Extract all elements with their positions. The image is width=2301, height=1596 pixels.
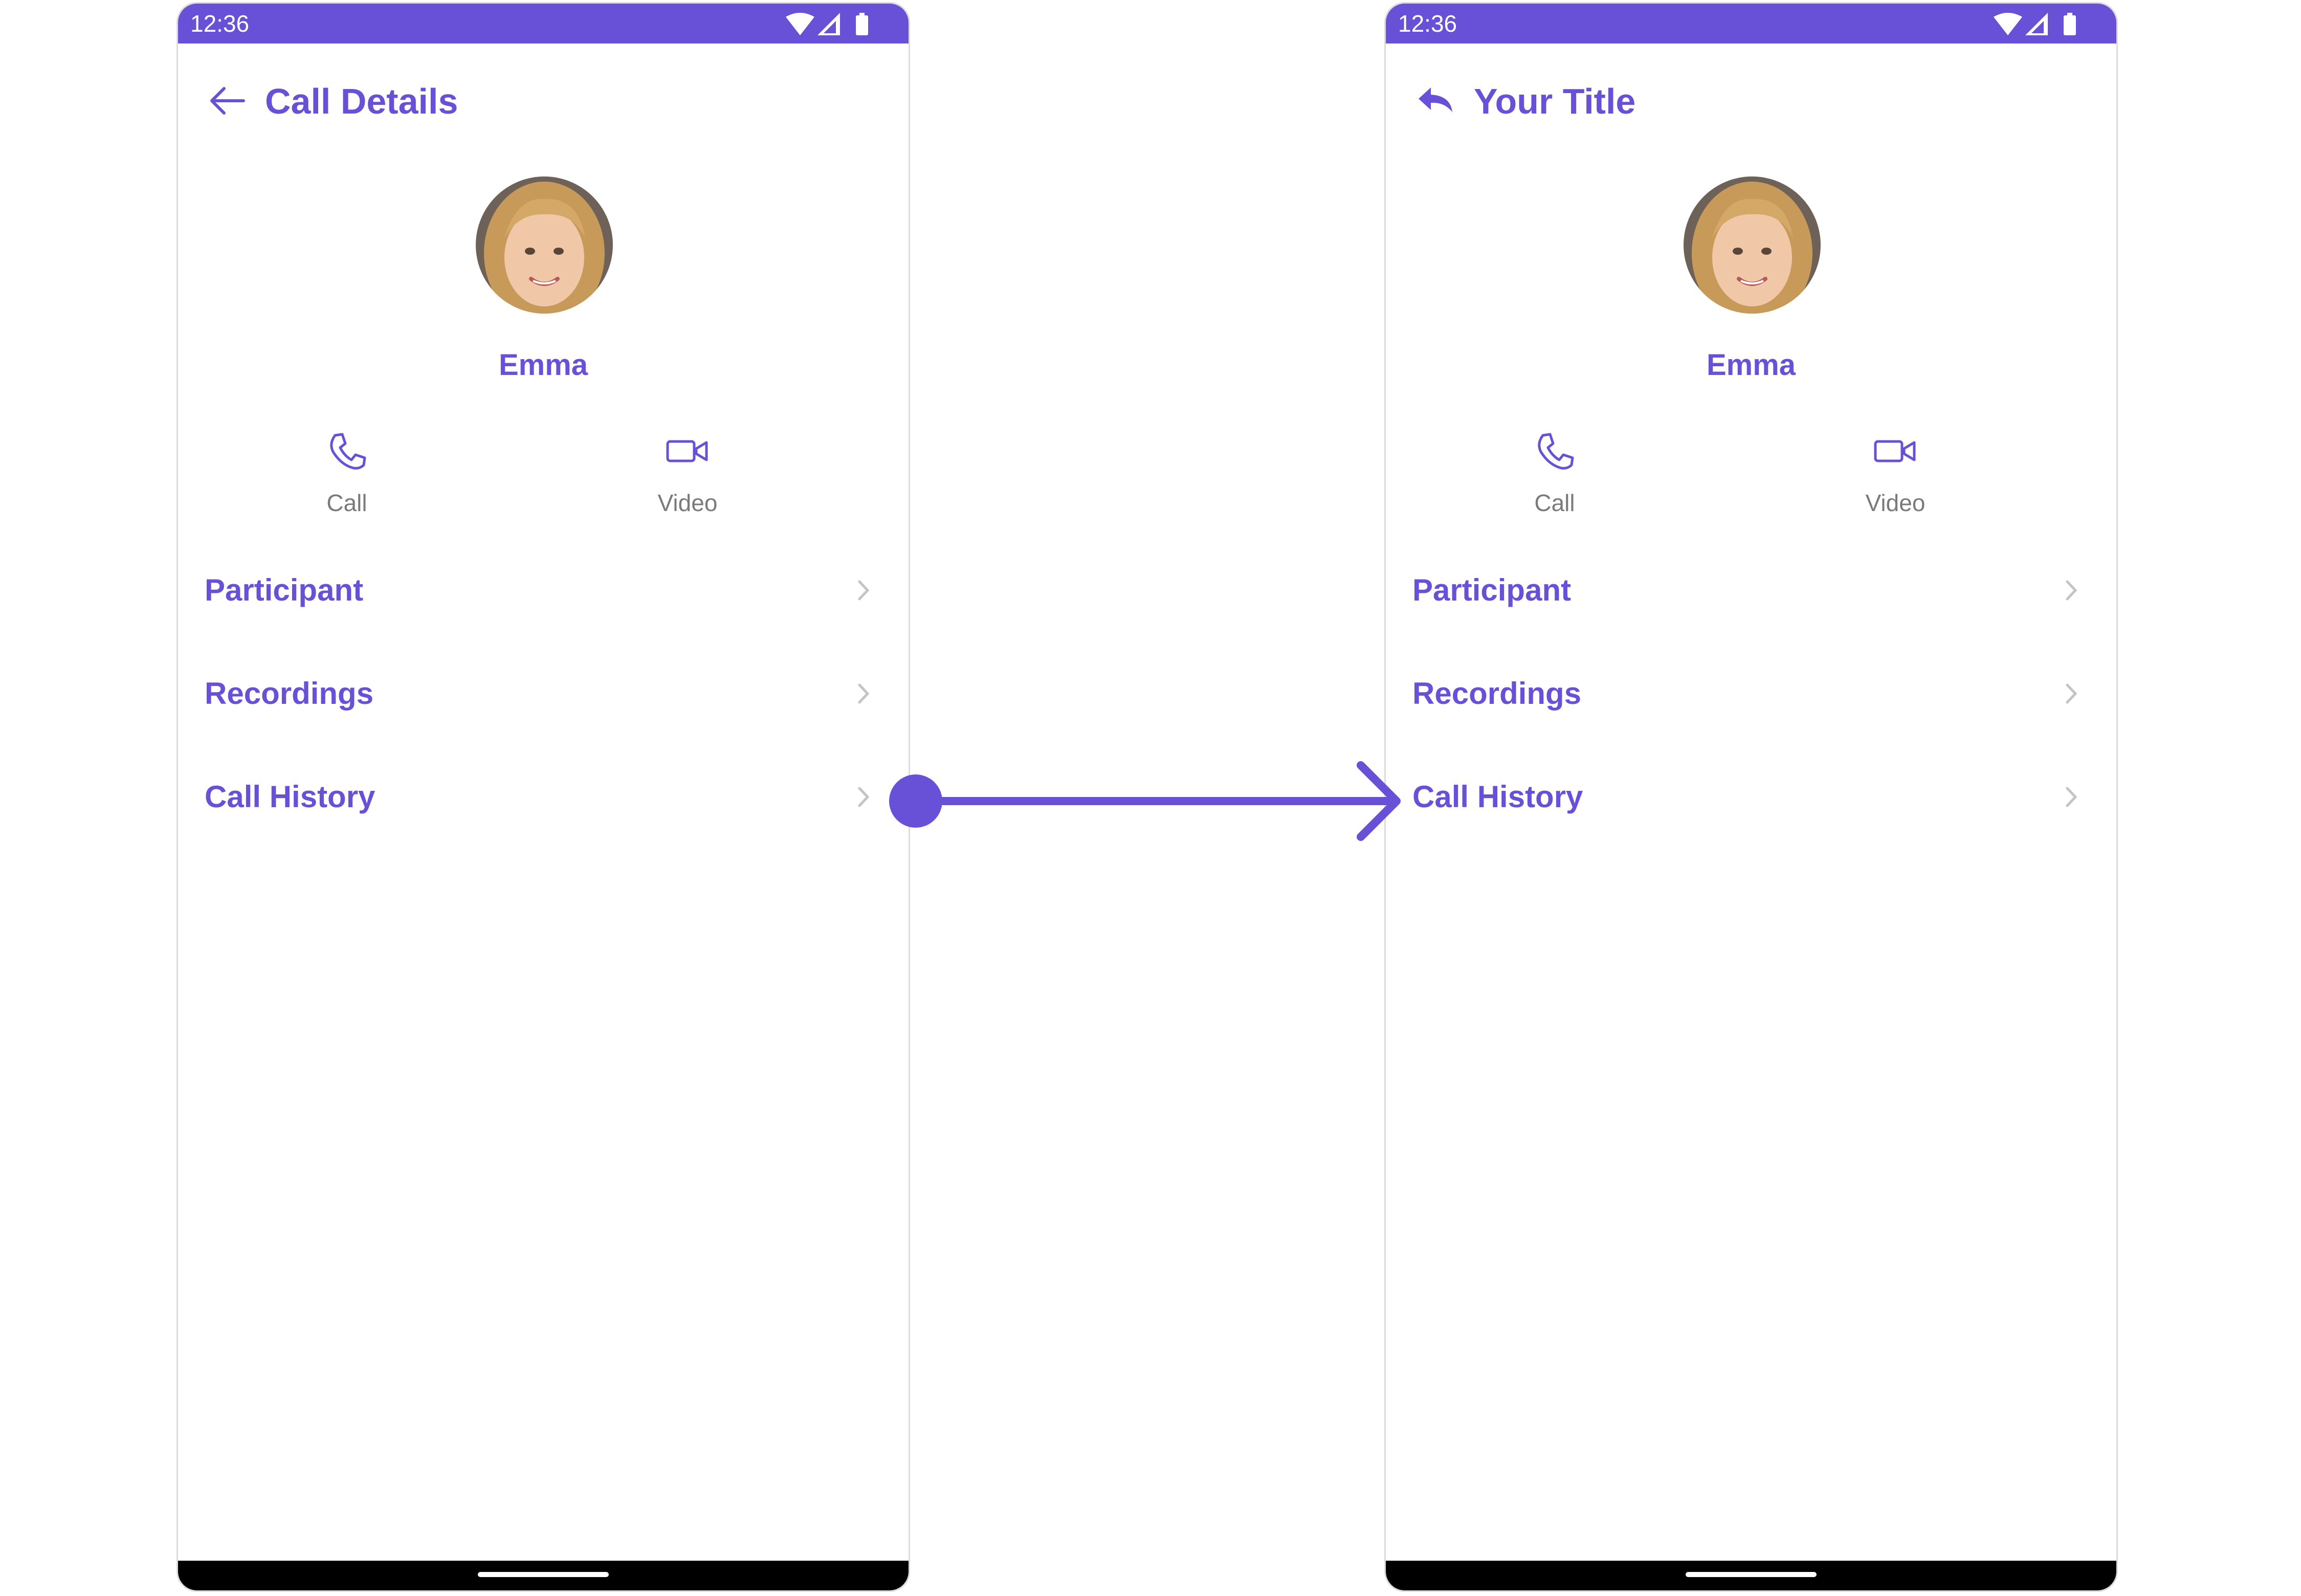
video-camera-icon [1872, 428, 1918, 474]
comparison-canvas: 12:36 Call Details Emma Call Video Parti… [0, 0, 2301, 1596]
cellular-signal-icon [817, 13, 840, 38]
video-label: Video [657, 490, 718, 516]
battery-icon [2063, 13, 2076, 38]
chevron-right-icon [2061, 784, 2082, 810]
home-gesture-handle[interactable] [478, 1572, 609, 1577]
video-camera-icon [665, 428, 711, 474]
status-icons [786, 13, 878, 35]
navigation-bar [178, 1561, 909, 1590]
navigation-bar [1386, 1561, 2116, 1590]
status-time: 12:36 [190, 10, 250, 37]
call-button[interactable]: Call [1488, 428, 1621, 520]
phone-icon [1532, 428, 1578, 474]
header: Call Details [178, 75, 909, 126]
list-item-call-history[interactable]: Call History [1386, 769, 2116, 825]
chevron-right-icon [2061, 681, 2082, 706]
avatar [1684, 176, 1821, 314]
video-label: Video [1865, 490, 1926, 516]
list-item-label: Call History [1412, 780, 1583, 814]
phone-screen-default: 12:36 Call Details Emma Call Video Parti… [176, 2, 910, 1592]
phone-icon [324, 428, 370, 474]
list-item-label: Participant [205, 573, 364, 607]
arrow-left-icon[interactable] [207, 80, 248, 121]
list-item-label: Participant [1412, 573, 1572, 607]
list-item-label: Recordings [1412, 676, 1582, 711]
home-gesture-handle[interactable] [1686, 1572, 1817, 1577]
page-title: Your Title [1474, 81, 1636, 121]
reply-arrow-icon[interactable] [1414, 80, 1455, 121]
list-item-label: Recordings [205, 676, 374, 711]
wifi-icon [1994, 13, 2022, 38]
page-title: Call Details [265, 81, 458, 121]
status-bar: 12:36 [178, 4, 909, 43]
list-item-call-history[interactable]: Call History [178, 769, 909, 825]
video-call-button[interactable]: Video [1829, 428, 1962, 520]
avatar [476, 176, 613, 314]
wifi-icon [786, 13, 814, 38]
phone-screen-custom: 12:36 Your Title Emma Call Video Partici… [1384, 2, 2118, 1592]
chevron-right-icon [853, 578, 874, 603]
user-name: Emma [1706, 348, 1796, 382]
battery-icon [855, 13, 869, 38]
list-item-participant[interactable]: Participant [178, 562, 909, 618]
header: Your Title [1386, 75, 2116, 126]
call-label: Call [326, 490, 367, 516]
cellular-signal-icon [2025, 13, 2048, 38]
status-bar: 12:36 [1386, 4, 2116, 43]
chevron-right-icon [853, 784, 874, 810]
status-time: 12:36 [1398, 10, 1457, 37]
status-icons [1994, 13, 2086, 35]
list-item-label: Call History [205, 780, 375, 814]
list-item-recordings[interactable]: Recordings [178, 666, 909, 722]
list-item-participant[interactable]: Participant [1386, 562, 2116, 618]
video-call-button[interactable]: Video [621, 428, 754, 520]
list-item-recordings[interactable]: Recordings [1386, 666, 2116, 722]
chevron-right-icon [2061, 578, 2082, 603]
call-button[interactable]: Call [280, 428, 413, 520]
call-label: Call [1534, 490, 1575, 516]
user-name: Emma [498, 348, 588, 382]
chevron-right-icon [853, 681, 874, 706]
